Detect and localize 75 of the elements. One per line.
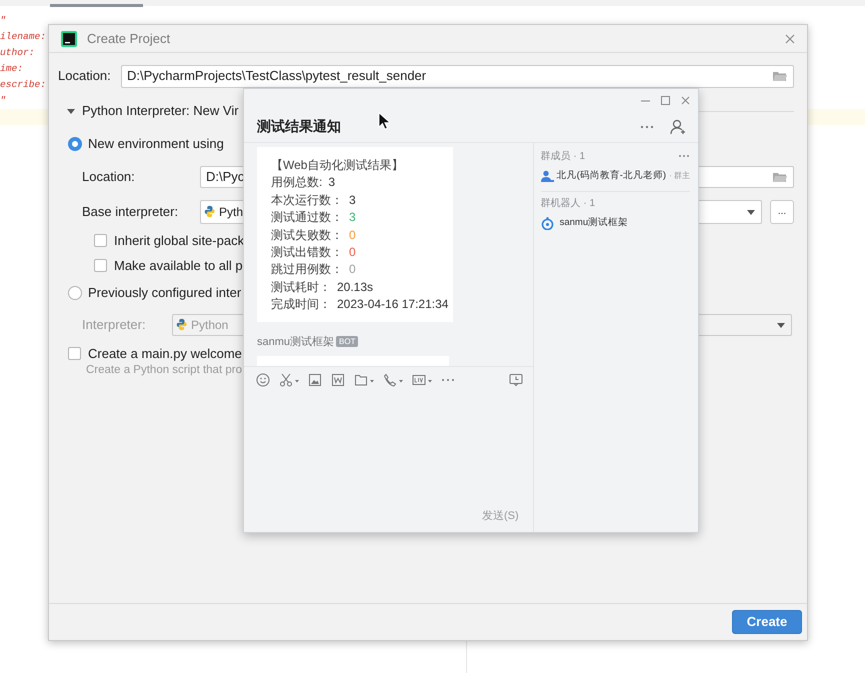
members-header: 群成员 · 1 bbox=[540, 150, 586, 164]
section-title[interactable]: Python Interpreter: New Vir bbox=[82, 101, 239, 121]
result-label: 跳过用例数： bbox=[271, 262, 343, 276]
sender-name: sanmu测试框架 bbox=[257, 334, 334, 350]
code-line: escribe: bbox=[0, 78, 46, 92]
folder-icon[interactable] bbox=[772, 69, 788, 83]
close-icon[interactable] bbox=[681, 96, 690, 104]
code-line: uthor: bbox=[0, 46, 35, 60]
result-value: 2023-04-16 17:21:34 bbox=[337, 297, 448, 312]
python-icon bbox=[176, 318, 189, 331]
message-heading: 【Web自动化测试结果】 bbox=[271, 157, 404, 174]
python-icon bbox=[204, 205, 217, 218]
checkbox-label: Make available to all p bbox=[114, 256, 243, 275]
history-icon[interactable] bbox=[508, 372, 523, 386]
close-icon[interactable] bbox=[785, 34, 795, 44]
result-label: 测试出错数： bbox=[271, 245, 343, 260]
folder-icon[interactable] bbox=[772, 170, 788, 184]
maximize-icon[interactable] bbox=[661, 96, 670, 104]
result-label: 测试耗时： bbox=[271, 280, 331, 294]
location-field[interactable]: D:\PycharmProjects\TestClass\pytest_result_sender bbox=[121, 64, 794, 88]
more-button[interactable]: ... bbox=[770, 200, 794, 224]
result-label: 完成时间： bbox=[271, 297, 331, 312]
field-label: Base interpreter: bbox=[82, 202, 180, 221]
image-icon[interactable] bbox=[308, 372, 322, 386]
result-label: 用例总数: bbox=[271, 175, 322, 190]
code-line: ilename: bbox=[0, 30, 46, 44]
checkbox-label: Create a main.py welcome bbox=[88, 344, 242, 363]
radio-label: New environment using bbox=[88, 135, 224, 154]
field-label: Location: bbox=[82, 168, 136, 186]
person-icon bbox=[540, 170, 554, 182]
result-label: 测试失败数： bbox=[271, 228, 343, 242]
result-value: 0 bbox=[349, 245, 356, 260]
document-icon[interactable] bbox=[331, 372, 345, 386]
field-label: Interpreter: bbox=[82, 316, 147, 334]
member-name[interactable]: 北凡(码尚教育-北凡老师) bbox=[556, 168, 666, 184]
live-icon[interactable] bbox=[412, 372, 432, 386]
member-role: · 群主 bbox=[669, 170, 690, 182]
code-line: ime: bbox=[0, 62, 24, 76]
phone-icon[interactable] bbox=[383, 372, 403, 386]
result-value: 3 bbox=[349, 210, 356, 224]
hint-text: Create a Python script that pro bbox=[85, 363, 242, 378]
result-value: 0 bbox=[349, 228, 356, 242]
result-value: 20.13s bbox=[337, 280, 374, 294]
cursor-icon bbox=[378, 112, 390, 130]
checkbox[interactable] bbox=[94, 234, 107, 247]
create-button[interactable]: Create bbox=[732, 610, 802, 634]
bot-tag: BOT bbox=[336, 336, 358, 348]
radio-button[interactable] bbox=[68, 286, 82, 300]
result-label: 本次运行数： bbox=[271, 192, 343, 207]
result-value: 0 bbox=[349, 262, 356, 276]
emoji-icon[interactable] bbox=[256, 372, 270, 386]
checkbox-label: Inherit global site-pack bbox=[114, 232, 244, 250]
robot-icon bbox=[540, 216, 554, 230]
result-label: 测试通过数： bbox=[271, 210, 343, 224]
chat-title: 测试结果通知 bbox=[257, 117, 341, 136]
result-value: 3 bbox=[328, 175, 336, 190]
code-line: " bbox=[0, 14, 6, 28]
window-title: Create Project bbox=[87, 30, 170, 48]
checkbox[interactable] bbox=[68, 347, 81, 360]
more-icon[interactable] bbox=[640, 124, 654, 128]
expand-caret-icon[interactable] bbox=[66, 107, 76, 115]
caret-icon[interactable] bbox=[746, 208, 756, 216]
radio-button[interactable] bbox=[68, 137, 82, 151]
field-label: Location: bbox=[58, 67, 112, 86]
robot-name[interactable]: sanmu测试框架 bbox=[560, 216, 628, 230]
result-value: 3 bbox=[349, 192, 356, 207]
scissors-icon[interactable] bbox=[279, 372, 299, 386]
folder-icon[interactable] bbox=[354, 372, 374, 386]
app-icon bbox=[61, 30, 77, 46]
more-icon[interactable] bbox=[678, 154, 690, 158]
checkbox[interactable] bbox=[94, 259, 107, 272]
robots-header: 群机器人 · 1 bbox=[540, 196, 596, 210]
radio-label: Previously configured inter bbox=[88, 284, 242, 302]
add-member-icon[interactable] bbox=[670, 118, 686, 134]
code-line: " bbox=[0, 94, 6, 108]
